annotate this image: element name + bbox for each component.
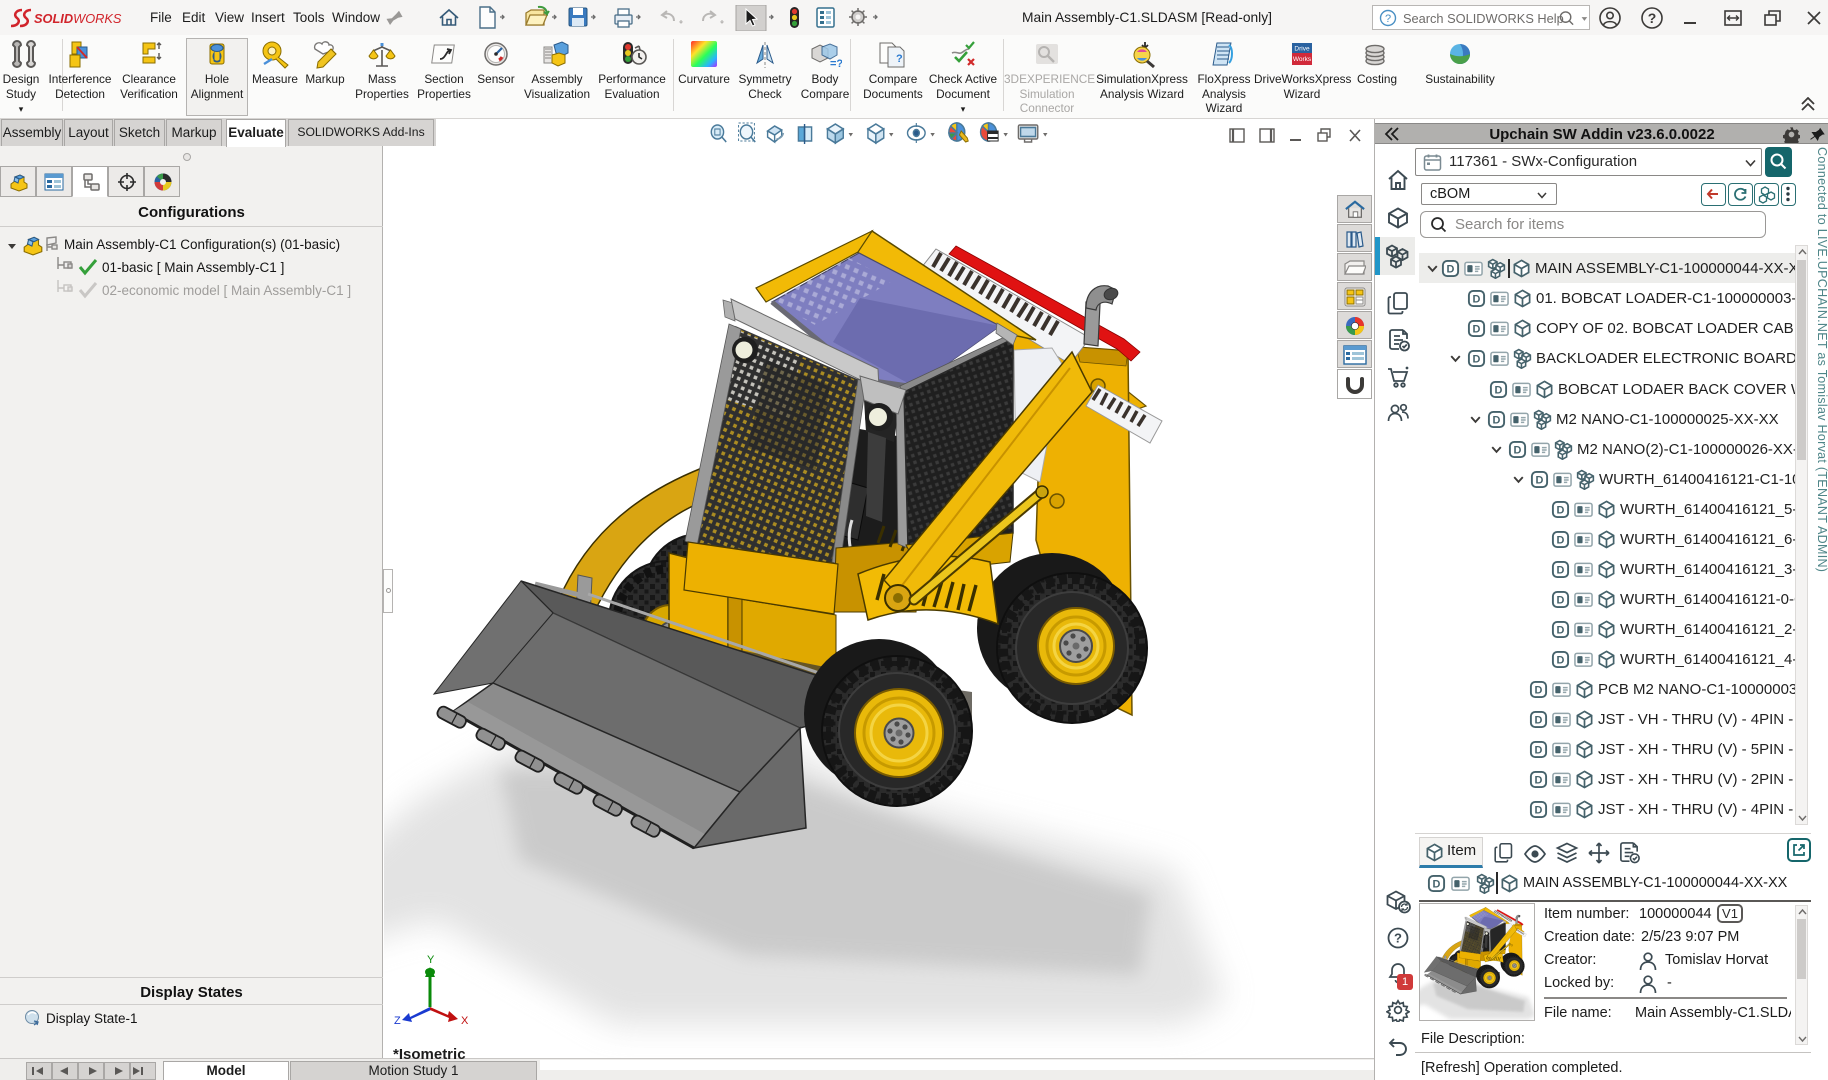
svg-text:?: ? <box>1648 10 1657 26</box>
svg-text:X: X <box>461 1015 469 1027</box>
svg-text:?: ? <box>896 53 903 65</box>
svg-text:Works: Works <box>1293 56 1312 63</box>
svg-text:=?: =? <box>830 58 842 70</box>
svg-text:?: ? <box>1394 931 1402 946</box>
svg-text:?: ? <box>1385 13 1391 25</box>
svg-text:Drive: Drive <box>1294 46 1310 53</box>
svg-text:SOLIDWORKS: SOLIDWORKS <box>34 11 122 26</box>
svg-text:Y: Y <box>427 955 435 966</box>
svg-text:Z: Z <box>394 1015 401 1027</box>
